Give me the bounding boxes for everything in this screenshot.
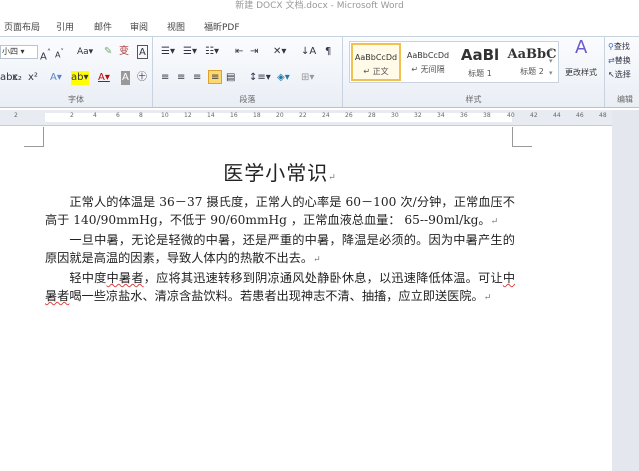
multilevel-list-icon[interactable]: ☷▾ bbox=[205, 45, 219, 59]
clear-format-icon[interactable]: ✎ bbox=[104, 45, 112, 59]
title-bar: 新建 DOCX 文档.docx - Microsoft Word bbox=[0, 0, 639, 15]
grow-font-icon[interactable]: A˄ bbox=[40, 45, 51, 62]
ribbon-tabs: 页面布局 引用 邮件 审阅 视图 福昕PDF bbox=[0, 15, 639, 36]
styles-group-label: 样式 bbox=[465, 95, 482, 104]
phonetic-icon[interactable]: 变 bbox=[119, 45, 129, 59]
tab-mailings[interactable]: 邮件 bbox=[94, 20, 112, 33]
window-title: 新建 DOCX 文档.docx - Microsoft Word bbox=[235, 1, 404, 11]
style-normal[interactable]: AaBbCcDd ↵ 正文 bbox=[351, 43, 401, 81]
horizontal-ruler[interactable]: 2 2 4 6 8 10 12 14 16 18 20 22 24 26 28 … bbox=[0, 110, 612, 126]
align-left-icon[interactable]: ≡ bbox=[161, 71, 169, 85]
paragraph-2: 一旦中暑，无论是轻微的中暑，还是严重的中暑，降温是必须的。因为中暑产生的原因就是… bbox=[45, 233, 515, 265]
tab-view[interactable]: 视图 bbox=[167, 20, 185, 33]
style-no-spacing[interactable]: AaBbCcDd ↵ 无间隔 bbox=[403, 43, 453, 81]
tab-foxit-pdf[interactable]: 福昕PDF bbox=[204, 20, 240, 33]
justify-icon[interactable]: ≡ bbox=[208, 70, 223, 84]
font-group-label: 字体 bbox=[68, 95, 84, 104]
enclose-char-icon[interactable]: ㊉ bbox=[137, 71, 147, 85]
tab-review[interactable]: 审阅 bbox=[130, 20, 148, 33]
line-spacing-icon[interactable]: ↕≡▾ bbox=[249, 71, 271, 85]
distributed-icon[interactable]: ▤ bbox=[226, 71, 235, 85]
crop-mark bbox=[24, 127, 44, 147]
editing-group: ⚲查找 ⇄替换 ↖选择 编辑 bbox=[605, 37, 639, 107]
show-marks-icon[interactable]: ¶ bbox=[325, 45, 331, 59]
paragraph-group-label: 段落 bbox=[239, 95, 256, 104]
text-effects-icon[interactable]: A▾ bbox=[50, 71, 62, 85]
find-button[interactable]: ⚲查找 bbox=[608, 40, 630, 54]
font-color-icon[interactable]: A▾ bbox=[98, 71, 110, 85]
borders-icon[interactable]: ⊞▾ bbox=[301, 71, 314, 85]
vertical-scrollbar[interactable] bbox=[612, 110, 639, 471]
document-title: 医学小常识↵ bbox=[223, 161, 337, 185]
font-group: 小四 ▾ A˄ A˅ Aa▾ ✎ 变 A abc x₂ x² A▾ ab▾ A▾… bbox=[0, 37, 153, 107]
subscript-icon[interactable]: x₂ bbox=[12, 71, 22, 85]
shading-icon[interactable]: ◈▾ bbox=[277, 71, 290, 85]
sort-icon[interactable]: ↓A bbox=[301, 45, 316, 59]
tab-references[interactable]: 引用 bbox=[56, 20, 74, 33]
align-right-icon[interactable]: ≡ bbox=[193, 71, 201, 85]
numbering-icon[interactable]: ☰▾ bbox=[183, 45, 197, 59]
decrease-indent-icon[interactable]: ⇤ bbox=[235, 45, 243, 59]
paragraph-group: ☰▾ ☰▾ ☷▾ ⇤ ⇥ ✕▾ ↓A ¶ ≡ ≡ ≡ ≡ ▤ ↕≡▾ ◈▾ ⊞▾… bbox=[153, 37, 343, 107]
change-case-icon[interactable]: Aa▾ bbox=[77, 45, 93, 59]
document-body[interactable]: 医学小常识↵ 正常人的体温是 36－37 摄氏度，正常人的心率是 60－100 … bbox=[45, 158, 515, 307]
bullets-icon[interactable]: ☰▾ bbox=[161, 45, 175, 59]
increase-indent-icon[interactable]: ⇥ bbox=[250, 45, 258, 59]
highlight-icon[interactable]: ab▾ bbox=[71, 71, 89, 85]
styles-scroll-icon[interactable]: ▴ ▾ ▾ bbox=[549, 43, 553, 77]
select-button[interactable]: ↖选择 bbox=[608, 68, 631, 82]
replace-button[interactable]: ⇄替换 bbox=[608, 54, 631, 68]
tab-page-layout[interactable]: 页面布局 bbox=[4, 20, 40, 33]
paragraph-3: 轻中度中暑者，应将其迅速转移到阴凉通风处静卧休息，以迅速降低体温。可让中暑者喝一… bbox=[45, 271, 516, 303]
crop-mark bbox=[512, 127, 532, 147]
align-center-icon[interactable]: ≡ bbox=[177, 71, 185, 85]
style-heading-1[interactable]: AaBl 标题 1 bbox=[455, 43, 505, 81]
spelling-flag: 中暑者 bbox=[106, 271, 144, 285]
asian-layout-icon[interactable]: ✕▾ bbox=[273, 45, 286, 59]
paragraph-1: 正常人的体温是 36－37 摄氏度，正常人的心率是 60－100 次/分钟，正常… bbox=[45, 195, 515, 227]
char-border-icon[interactable]: A bbox=[137, 45, 148, 59]
change-styles-icon[interactable]: A bbox=[575, 39, 587, 63]
superscript-icon[interactable]: x² bbox=[28, 71, 38, 85]
styles-gallery: AaBbCcDd ↵ 正文 AaBbCcDd ↵ 无间隔 AaBl 标题 1 AaBb… bbox=[349, 41, 559, 83]
shrink-font-icon[interactable]: A˅ bbox=[55, 45, 64, 60]
char-shading-icon[interactable]: A bbox=[121, 71, 130, 85]
font-size-select[interactable]: 小四 ▾ bbox=[0, 45, 38, 59]
change-styles-button[interactable]: 更改样式 bbox=[565, 67, 597, 78]
ribbon: 小四 ▾ A˄ A˅ Aa▾ ✎ 变 A abc x₂ x² A▾ ab▾ A▾… bbox=[0, 36, 639, 108]
editing-group-label: 编辑 bbox=[617, 95, 633, 104]
styles-group: AaBbCcDd ↵ 正文 AaBbCcDd ↵ 无间隔 AaBl 标题 1 AaBb… bbox=[343, 37, 605, 107]
